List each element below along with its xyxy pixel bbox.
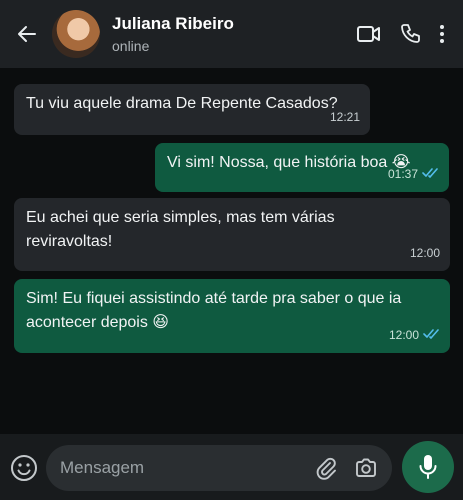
message-text: Sim! Eu fiquei assistindo até tarde pra … [26, 290, 402, 331]
contact-status: online [112, 38, 150, 54]
paperclip-icon[interactable] [314, 456, 338, 485]
double-check-icon [422, 162, 439, 186]
message-time: 12:21 [329, 110, 360, 124]
message-time: 12:00 [409, 246, 440, 260]
message-meta: 12:00 [389, 323, 440, 347]
avatar[interactable] [52, 10, 100, 58]
message-text: Tu viu aquele drama De Repente Casados? [26, 95, 338, 112]
message-text: Eu achei que seria simples, mas tem vári… [26, 209, 335, 250]
more-options-icon[interactable] [439, 24, 445, 44]
back-arrow-icon[interactable] [16, 24, 36, 44]
video-call-icon[interactable] [357, 25, 381, 43]
composer-bar [0, 434, 463, 500]
message-input-container [46, 445, 392, 491]
header-actions [357, 23, 445, 45]
message-bubble-outgoing[interactable]: Sim! Eu fiquei assistindo até tarde pra … [14, 279, 450, 353]
message-meta: 12:00 [410, 241, 440, 265]
double-check-icon [423, 323, 440, 347]
message-bubble-incoming[interactable]: Tu viu aquele drama De Repente Casados? … [14, 84, 370, 135]
message-bubble-outgoing[interactable]: Vi sim! Nossa, que história boa 😭 01:37 [155, 143, 449, 192]
chat-header: Juliana Ribeiro online [0, 0, 463, 68]
microphone-icon [419, 455, 437, 479]
message-time: 01:37 [387, 167, 418, 181]
message-input[interactable] [60, 456, 290, 480]
contact-name: Juliana Ribeiro [112, 14, 234, 33]
message-time: 12:00 [388, 328, 419, 342]
phone-icon[interactable] [399, 23, 421, 45]
microphone-button[interactable] [402, 441, 454, 493]
message-meta: 12:21 [330, 105, 360, 129]
emoji-icon[interactable] [10, 454, 38, 482]
message-meta: 01:37 [388, 162, 439, 186]
message-list[interactable]: Tu viu aquele drama De Repente Casados? … [0, 68, 463, 434]
message-bubble-incoming[interactable]: Eu achei que seria simples, mas tem vári… [14, 198, 450, 271]
camera-icon[interactable] [354, 456, 378, 485]
contact-info[interactable]: Juliana Ribeiro online [112, 14, 357, 54]
